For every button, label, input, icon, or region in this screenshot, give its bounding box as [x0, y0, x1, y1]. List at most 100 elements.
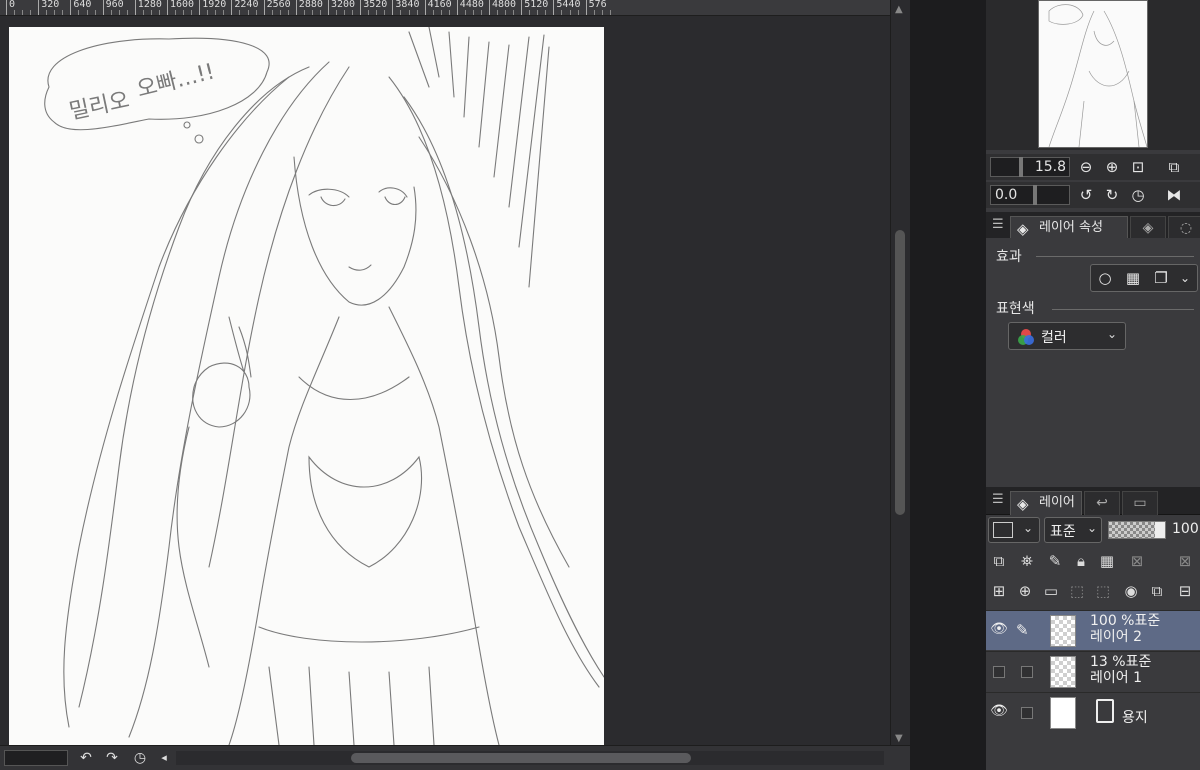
rotate-slider-knob[interactable] [1033, 185, 1037, 205]
scroll-left-icon[interactable]: ◂ [154, 749, 174, 767]
tab-animation[interactable]: ▭ [1122, 491, 1158, 515]
ruler-tick-label: 3840 [392, 0, 419, 15]
opacity-value: 100 [1172, 521, 1199, 537]
tab-layer-property[interactable]: ◈ 레이어 속성 [1010, 216, 1128, 240]
layer-item-paper[interactable]: 👁︎ 용지 [986, 692, 1200, 736]
ruler-minor-tick [22, 10, 24, 15]
actual-size-icon[interactable]: ⧉ [1164, 157, 1184, 177]
tone-effect-icon[interactable]: ▦ [1123, 268, 1143, 288]
new-raster-layer-icon[interactable]: ⊞ [988, 581, 1010, 601]
ruler-minor-tick [255, 10, 257, 15]
tab-layer[interactable]: ◈ 레이어 [1010, 491, 1082, 515]
fit-to-window-icon[interactable]: ⊡ [1128, 157, 1148, 177]
merge-down-icon[interactable]: ⬚ [1092, 581, 1114, 601]
zoom-out-icon[interactable]: ⊖ [1076, 157, 1096, 177]
edit-target-checkbox[interactable] [1021, 707, 1033, 719]
speech-text-2: 오빠...!! [134, 59, 217, 102]
ruler-tick-label: 1600 [167, 0, 194, 15]
redo-rotate-icon[interactable]: ↷ [102, 749, 122, 767]
navigator-thumbnail[interactable] [1038, 0, 1148, 148]
zoom-slider-knob[interactable] [1019, 157, 1023, 177]
flip-horizontal-icon[interactable]: ⧓ [1164, 185, 1184, 205]
ruler-minor-tick [545, 10, 547, 15]
canvas-area[interactable]: 밀리오 오빠...!! [0, 17, 890, 745]
reset-rotation-icon[interactable]: ◷ [1128, 185, 1148, 205]
panel-menu-icon[interactable]: ☰ [992, 217, 1004, 232]
eye-icon[interactable]: 👁︎ [989, 703, 1009, 723]
ruler-minor-tick [416, 10, 418, 15]
new-vector-layer-icon[interactable]: ⊕ [1014, 581, 1036, 601]
layer-property-panel: 효과 ○ ▦ ❐ ⌄ 표현색 컬러 ⌄ [986, 238, 1200, 486]
reset-view-icon[interactable]: ◷ [130, 749, 150, 767]
canvas-zoom-field[interactable] [4, 750, 68, 766]
draft-layer-icon[interactable]: ✎ [1044, 551, 1066, 571]
mask-icon[interactable]: ◉ [1120, 581, 1142, 601]
layer-panel: ⌄ 표준 ⌄ 100 ⧉ ⛯ ✎ 🔒︎ ▦ ⊠ ⊠ ⊞ ⊕ ▭ ⬚ ⬚ ◉ ⧉ … [986, 515, 1200, 770]
eye-icon[interactable]: 👁︎ [989, 621, 1009, 641]
ruler-minor-tick [191, 10, 193, 15]
rotate-value: 0.0 [995, 187, 1018, 203]
ruler-minor-tick [150, 10, 152, 15]
ruler-tick-label: 2240 [231, 0, 258, 15]
ruler-minor-tick [529, 10, 531, 15]
rotate-right-icon[interactable]: ↻ [1102, 185, 1122, 205]
blend-mode-dropdown[interactable]: 표준 ⌄ [1044, 517, 1102, 543]
drawing-paper[interactable]: 밀리오 오빠...!! [9, 27, 604, 745]
duplicate-icon[interactable]: ⧉ [1146, 581, 1168, 601]
expression-color-dropdown[interactable]: 컬러 ⌄ [1008, 322, 1126, 350]
clip-to-lower-icon[interactable]: ⧉ [988, 551, 1010, 571]
transfer-to-lower-icon[interactable]: ⬚ [1066, 581, 1088, 601]
rotate-left-icon[interactable]: ↺ [1076, 185, 1096, 205]
lock-transparency-icon[interactable]: ▦ [1096, 551, 1118, 571]
ruler-minor-tick [271, 10, 273, 15]
ruler-tick-label: 4480 [456, 0, 484, 15]
zoom-in-icon[interactable]: ⊕ [1102, 157, 1122, 177]
ruler-minor-tick [577, 10, 579, 15]
vertical-scroll-thumb[interactable] [895, 230, 905, 515]
ruler-minor-tick [400, 10, 402, 15]
lock-icon[interactable]: 🔒︎ [1070, 551, 1092, 571]
border-effect-icon[interactable]: ○ [1095, 268, 1115, 288]
ruler-minor-tick [319, 10, 321, 15]
panel-menu-icon[interactable]: ☰ [992, 492, 1004, 507]
delete-layer-icon[interactable]: ⊟ [1174, 581, 1196, 601]
new-folder-icon[interactable]: ▭ [1040, 581, 1062, 601]
zoom-slider[interactable]: 15.8 [990, 157, 1070, 177]
layer-item-layer-2[interactable]: 👁︎ ✎ 100 %표준 레이어 2 [986, 610, 1200, 650]
horizontal-scroll-thumb[interactable] [351, 753, 691, 763]
layer-type-dropdown[interactable]: ⌄ [988, 517, 1040, 543]
ruler-minor-tick [62, 10, 64, 15]
ruler-minor-tick [86, 10, 88, 15]
mask-disabled-icon[interactable]: ⊠ [1126, 551, 1148, 571]
ruler-disabled-icon[interactable]: ⊠ [1174, 551, 1196, 571]
layer-item-layer-1[interactable]: 13 %표준 레이어 1 [986, 651, 1200, 691]
rotate-slider[interactable]: 0.0 [990, 185, 1070, 205]
ruler-minor-tick [118, 10, 120, 15]
visibility-checkbox[interactable] [993, 666, 1005, 678]
ruler-tick-label: 320 [38, 0, 59, 15]
scroll-up-icon[interactable]: ▲ [895, 4, 903, 15]
navigator-rotate-row: 0.0 ↺ ↻ ◷ ⧓ [986, 182, 1200, 208]
ruler-minor-tick [352, 10, 354, 15]
undo-rotate-icon[interactable]: ↶ [76, 749, 96, 767]
ruler-minor-tick [513, 10, 515, 15]
opacity-slider[interactable] [1108, 521, 1166, 539]
ruler-minor-tick [303, 10, 305, 15]
ruler-minor-tick [30, 10, 32, 15]
horizontal-scrollbar[interactable] [176, 751, 884, 765]
scroll-down-icon[interactable]: ▼ [895, 733, 903, 744]
reference-layer-icon[interactable]: ⛯ [1016, 551, 1038, 571]
tab-other[interactable]: ◌ [1168, 216, 1200, 240]
panel-separator [910, 0, 986, 770]
effect-more-icon[interactable]: ⌄ [1175, 268, 1195, 288]
tab-history[interactable]: ↩ [1084, 491, 1120, 515]
ruler-tick-label: 640 [70, 0, 91, 15]
layer-color-icon[interactable]: ❐ [1151, 268, 1171, 288]
ruler-tick-label: 2560 [263, 0, 291, 15]
vertical-scrollbar[interactable]: ▲ ▼ [890, 0, 910, 745]
edit-target-checkbox[interactable] [1021, 666, 1033, 678]
pencil-icon: ✎ [1016, 621, 1029, 639]
tab-search-layer[interactable]: ◈ [1130, 216, 1166, 240]
ruler-minor-tick [311, 10, 313, 15]
ruler-minor-tick [480, 10, 482, 15]
